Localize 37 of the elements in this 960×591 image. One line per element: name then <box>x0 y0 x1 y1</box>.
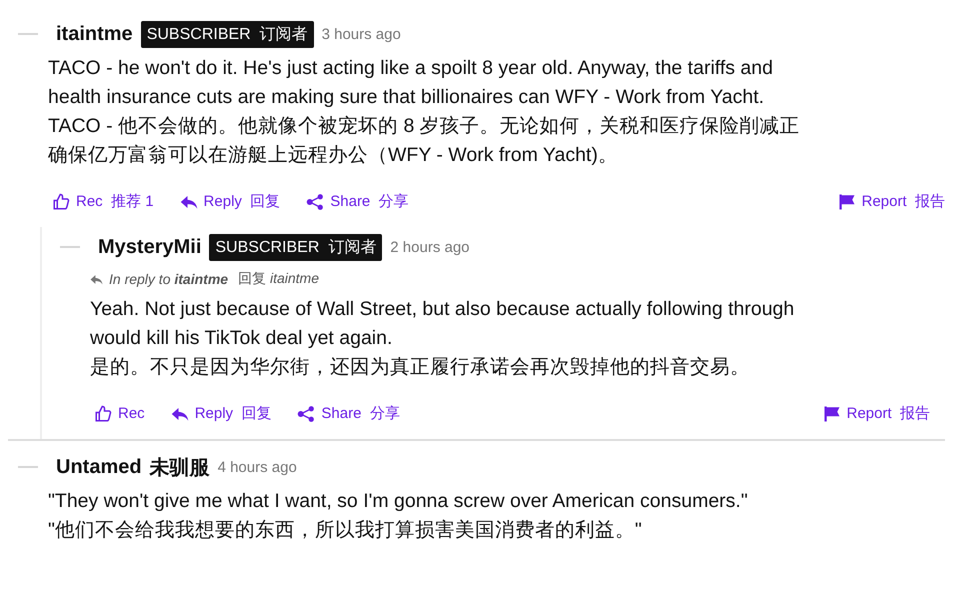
timestamp: 4 hours ago <box>218 458 297 476</box>
share-button[interactable]: Share 分享 <box>306 192 409 211</box>
timestamp: 3 hours ago <box>322 26 401 42</box>
comment-text: 是的。不只是因为华尔街，还因为真正履行承诺会再次毁掉他的抖音交易。 <box>90 355 751 380</box>
report-button[interactable]: Report 报告 <box>838 192 945 211</box>
reply-button[interactable]: Reply 回复 <box>170 404 272 423</box>
reply-to-label: 回复 itaintme <box>238 270 319 288</box>
reply-arrow-icon <box>180 194 198 210</box>
comment-text: Yeah. Not just because of Wall Street, but also because actually following through <box>90 297 796 322</box>
reply-arrow-icon <box>170 406 189 422</box>
author-name[interactable]: itaintme <box>56 22 133 46</box>
report-button[interactable]: Report 报告 <box>822 404 930 423</box>
comment-text: 确保亿万富翁可以在游艇上远程办公（WFY - Work from Yacht)。 <box>48 143 619 168</box>
comment-text: would kill his TikTok deal yet again. <box>90 326 394 351</box>
comment-text: TACO - 他不会做的。他就像个被宠坏的 8 岁孩子。无论如何，关税和医疗保险削减正 <box>48 114 801 139</box>
flag-icon <box>838 194 856 210</box>
comment-text: "They won't give me what I want, so I'm gonna screw over American consumers." <box>48 489 749 514</box>
author-alias: 未驯服 <box>150 456 210 480</box>
rec-button[interactable]: Rec <box>94 404 145 422</box>
author-name[interactable]: Untamed <box>56 456 142 478</box>
flag-icon <box>822 406 841 422</box>
share-icon <box>297 404 316 422</box>
thumbs-up-icon <box>94 404 112 422</box>
reply-to-label: In reply to itaintme <box>109 271 228 287</box>
comment-text: health insurance cuts are making sure that billionaires can WFY - Work from Yacht. <box>48 85 766 110</box>
subscriber-badge: SUBSCRIBER 订阅者 <box>140 20 314 48</box>
author-name[interactable]: MysteryMii <box>98 236 202 258</box>
share-icon <box>306 192 324 210</box>
reply-button[interactable]: Reply 回复 <box>180 192 280 211</box>
comment-text: TACO - he won't do it. He's just acting like a spoilt 8 year old. Anyway, the tariffs and <box>48 56 774 81</box>
timestamp: 2 hours ago <box>390 238 470 256</box>
comment-text: "他们不会给我我想要的东西，所以我打算损害美国消费者的利益。" <box>48 518 643 543</box>
rec-button[interactable]: Rec 推荐 1 <box>52 192 154 211</box>
share-button[interactable]: Share 分享 <box>297 404 400 423</box>
thumbs-up-icon <box>52 192 70 210</box>
reply-arrow-icon <box>90 274 103 284</box>
subscriber-badge: SUBSCRIBER 订阅者 <box>209 234 382 260</box>
